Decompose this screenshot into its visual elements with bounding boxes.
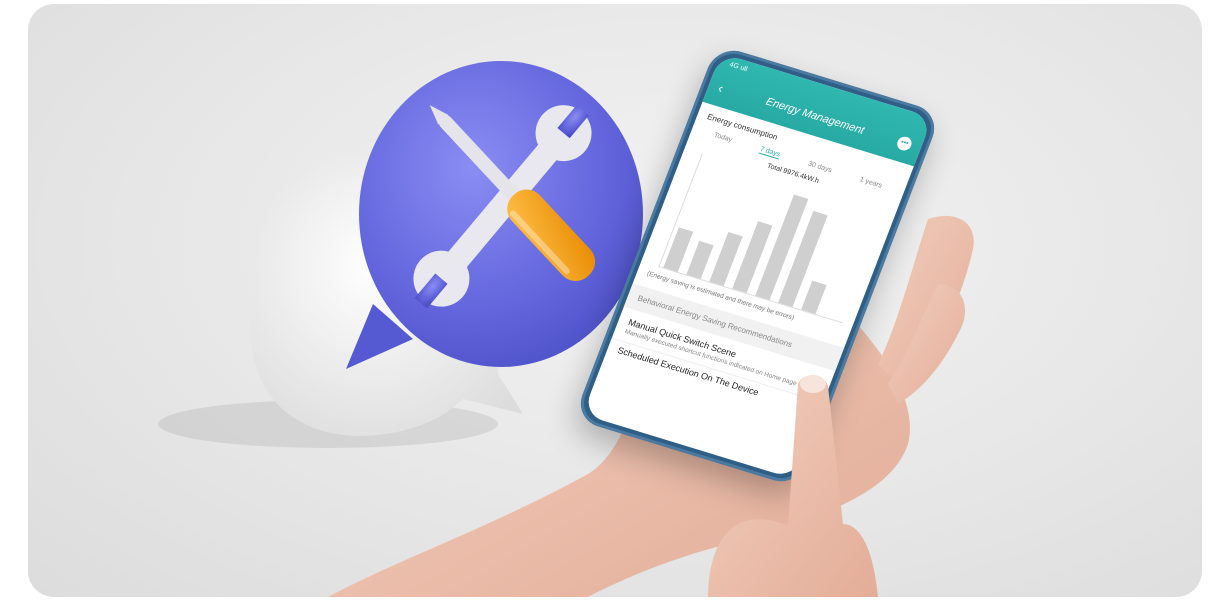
- tab-1-years[interactable]: 1 years: [858, 176, 883, 190]
- chart-bar: [686, 240, 714, 279]
- illustration: [158, 61, 974, 597]
- status-bar: 4G ull: [728, 61, 749, 74]
- tab-today[interactable]: Today: [712, 132, 733, 145]
- tab-30-days[interactable]: 30 days: [807, 161, 833, 176]
- chart-bar: [801, 280, 827, 315]
- tab-7-days[interactable]: 7 days: [758, 145, 782, 160]
- hero-card: 4G ull ‹ Energy Management ••• Energy co…: [28, 4, 1202, 597]
